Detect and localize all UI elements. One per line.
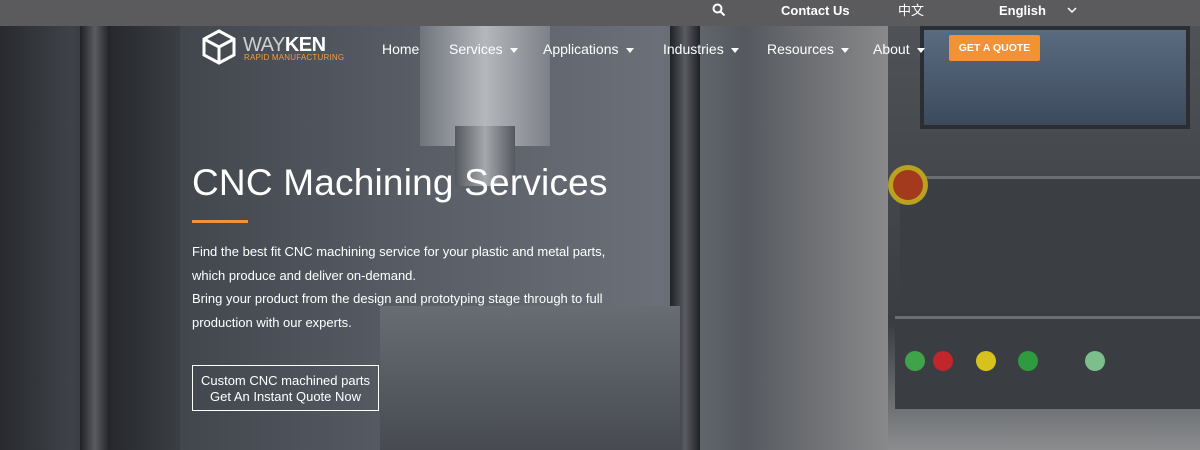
search-icon[interactable] [712, 3, 726, 17]
title-underline [192, 220, 248, 223]
wayken-logo-icon[interactable] [200, 28, 238, 66]
contact-us-link[interactable]: Contact Us [781, 0, 850, 26]
top-utility-bar: Contact Us 中文 English [0, 0, 1200, 26]
caret-down-icon [840, 47, 849, 53]
instant-quote-button[interactable]: Custom CNC machined parts Get An Instant… [192, 365, 379, 411]
description-line: which produce and deliver on-demand. [192, 267, 417, 283]
caret-down-icon [625, 47, 634, 53]
nav-resources[interactable]: Resources [767, 40, 849, 58]
caret-down-icon [509, 47, 518, 53]
nav-services[interactable]: Services [449, 40, 518, 58]
caret-down-icon [916, 47, 925, 53]
get-a-quote-button[interactable]: GET A QUOTE [949, 35, 1040, 61]
hero-description: Find the best fit CNC machining service … [192, 240, 632, 334]
cta-line-1: Custom CNC machined parts [200, 373, 371, 388]
language-selector[interactable]: English [999, 0, 1046, 26]
description-line: Bring your product from the design and p… [192, 291, 603, 306]
control-panel-keypad [900, 176, 1200, 299]
red-button [933, 351, 953, 371]
nav-home[interactable]: Home [382, 40, 419, 58]
green-button [1018, 351, 1038, 371]
description-line: production with our experts. [192, 314, 352, 330]
caret-down-icon [730, 47, 739, 53]
light-green-button [1085, 351, 1105, 371]
description-line: Find the best fit CNC machining service … [192, 244, 606, 259]
emergency-stop [893, 170, 923, 200]
nav-applications[interactable]: Applications [543, 40, 634, 58]
nav-industries[interactable]: Industries [663, 40, 739, 58]
nav-about[interactable]: About [873, 40, 925, 58]
chevron-down-icon[interactable] [1067, 5, 1077, 15]
logo-subtitle: RAPID MANUFACTURING [244, 53, 345, 62]
chinese-language-link[interactable]: 中文 [898, 0, 924, 26]
page-title: CNC Machining Services [192, 162, 608, 203]
cta-line-2: Get An Instant Quote Now [209, 389, 362, 404]
yellow-button [976, 351, 996, 371]
hero-section [0, 26, 1200, 450]
green-button [905, 351, 925, 371]
machine-pillar [80, 26, 110, 450]
